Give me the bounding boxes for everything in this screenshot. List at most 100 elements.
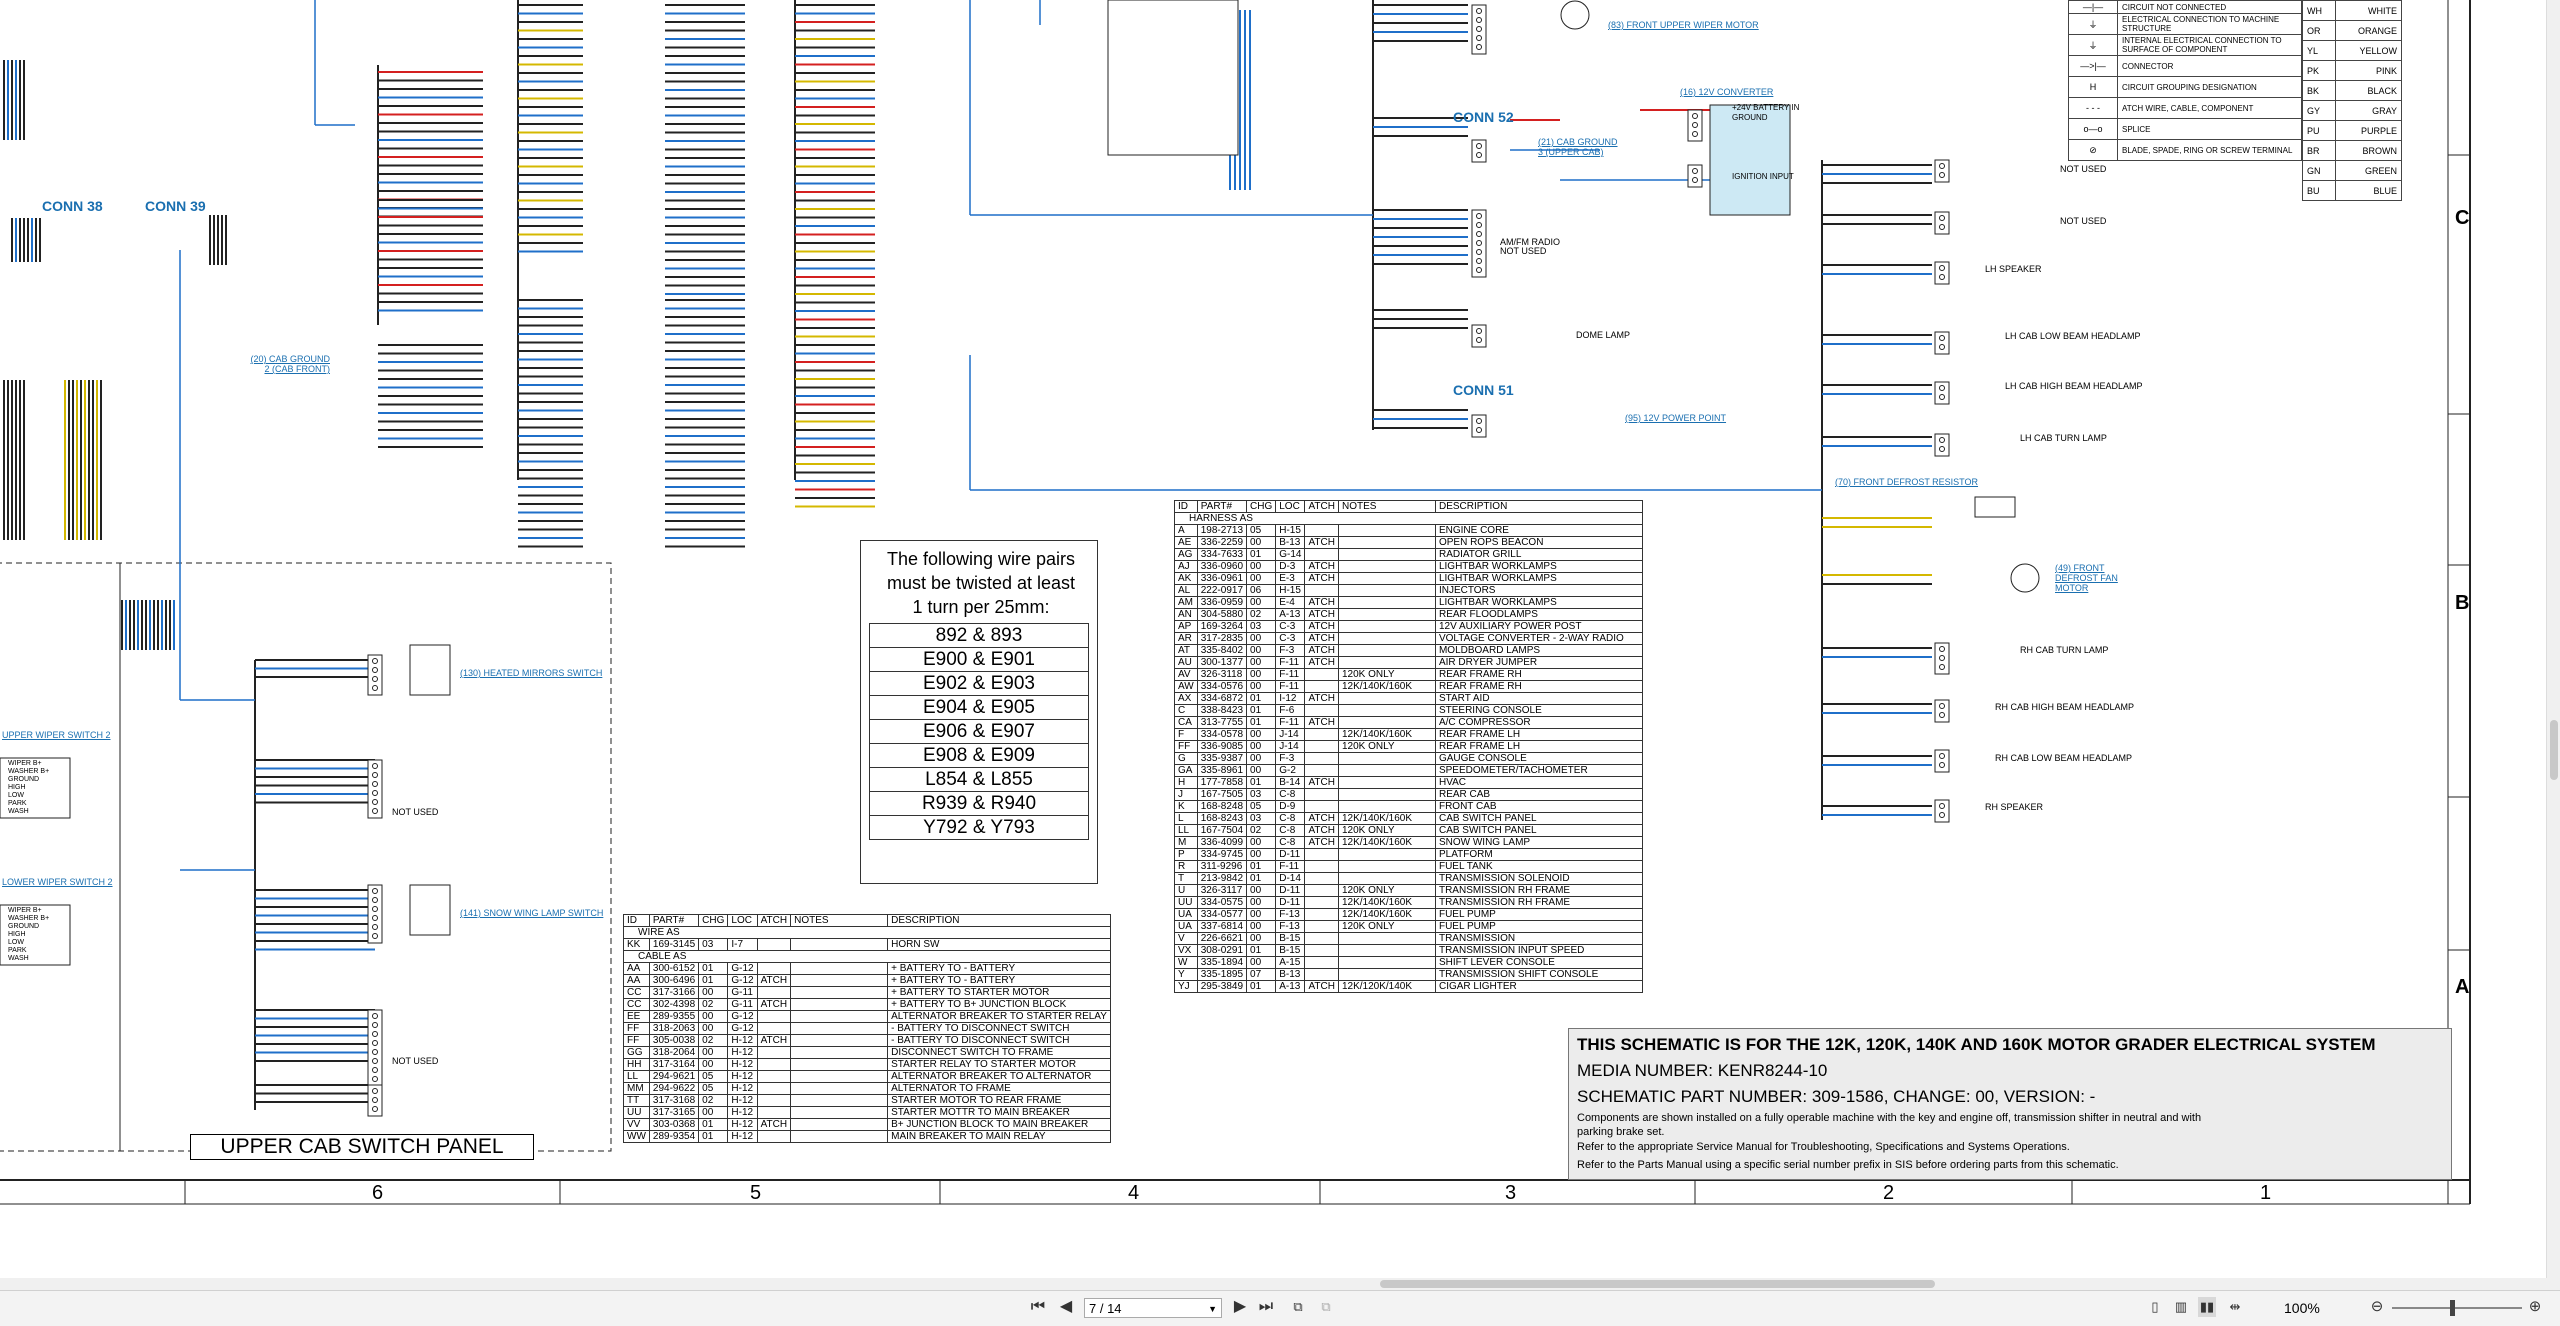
copy-icon[interactable]: ⧉ (1288, 1297, 1308, 1317)
last-page-icon[interactable]: ⏭ (1258, 1297, 1274, 1317)
cab-ground-2-link[interactable]: (20) CAB GROUND 2 (CAB FRONT) (248, 354, 330, 374)
table-cell: 05 (1246, 524, 1277, 537)
table-cell (790, 1022, 889, 1035)
table-cell: 01 (1246, 944, 1277, 957)
continuous-view-icon[interactable]: ▥ (2172, 1297, 2190, 1317)
front-defrost-fan-link[interactable]: (49) FRONT DEFROST FAN MOTOR (2055, 563, 2145, 593)
first-page-icon[interactable]: ⏮ (1030, 1297, 1046, 1317)
page-number-field[interactable]: 7 / 14 ▼ (1084, 1298, 1222, 1318)
table-header-cell: CHG (1246, 500, 1277, 513)
zoom-in-icon[interactable]: ⊕ (2526, 1297, 2544, 1317)
table-cell: 12K/140K/160K (1337, 896, 1436, 909)
color-code: PU (2302, 120, 2336, 141)
table-cell: 317-3168 (648, 1094, 700, 1107)
table-cell: 313-7755 (1196, 716, 1248, 729)
rh-speaker-label: RH SPEAKER (1985, 802, 2044, 812)
upper-wiper-switch-link[interactable]: UPPER WIPER SWITCH 2 (2, 730, 111, 740)
table-cell: G-11 (727, 986, 758, 999)
table-cell: 336-9085 (1196, 740, 1248, 753)
table-cell: 167-7504 (1196, 824, 1248, 837)
table-cell: 334-9745 (1196, 848, 1248, 861)
table-row: AA 300-6496 01 G-12 ATCH + BATTERY TO - BATTE… (623, 974, 1111, 987)
table-cell: AT (1174, 644, 1198, 657)
ground-label: GROUND (1732, 113, 1768, 122)
legend-symbol-icon: —|— (2068, 0, 2118, 14)
table-cell (1337, 584, 1436, 597)
table-cell: 311-9296 (1196, 860, 1248, 873)
table-header-cell: ATCH (756, 914, 792, 927)
table-cell: 01 (698, 1130, 729, 1143)
legend-symbol-text: INTERNAL ELECTRICAL CONNECTION TO SURFAC… (2117, 34, 2302, 56)
table-row: AP 169-3264 03 C-3 ATCH 12V AUXILIARY POWER P… (1174, 620, 1643, 633)
table-cell (1337, 608, 1436, 621)
table-cell (1304, 800, 1339, 813)
table-cell: ATCH (1304, 812, 1339, 825)
table-cell (790, 1118, 889, 1131)
chevron-down-icon[interactable]: ▼ (1208, 1299, 1217, 1319)
single-page-view-icon[interactable]: ▯ (2146, 1297, 2164, 1317)
heated-mirrors-link[interactable]: (130) HEATED MIRRORS SWITCH (460, 668, 602, 678)
table-cell: 334-6872 (1196, 692, 1248, 705)
table-cell: 01 (1246, 860, 1277, 873)
table-cell: I-7 (727, 938, 758, 951)
table-row: AU 300-1377 00 F-11 ATCH AIR DRYER JUMPER (1174, 656, 1643, 669)
front-upper-wiper-link[interactable]: (83) FRONT UPPER WIPER MOTOR (1608, 20, 1759, 30)
rh-high-beam-label: RH CAB HIGH BEAM HEADLAMP (1995, 702, 2135, 712)
table-section-label: WIRE AS (623, 926, 1111, 939)
zoom-out-icon[interactable]: ⊖ (2368, 1297, 2386, 1317)
power-point-link[interactable]: (95) 12V POWER POINT (1625, 413, 1726, 423)
table-cell (1304, 584, 1339, 597)
title-block: THIS SCHEMATIC IS FOR THE 12K, 120K, 140… (1568, 1028, 2452, 1180)
vertical-scrollbar[interactable] (2546, 0, 2560, 1278)
table-cell: 12K/140K/160K (1337, 680, 1436, 693)
zoom-level[interactable]: 100% (2284, 1300, 2320, 1316)
table-cell: FRONT CAB (1434, 800, 1643, 813)
table-cell (1304, 968, 1339, 981)
snow-wing-link[interactable]: (141) SNOW WING LAMP SWITCH (460, 908, 603, 918)
table-cell: ATCH (1304, 560, 1339, 573)
table-cell: 00 (1246, 908, 1277, 921)
fit-width-icon[interactable]: ⇹ (2226, 1297, 2244, 1317)
zoom-slider-handle[interactable] (2450, 1300, 2455, 1316)
table-cell: CAB SWITCH PANEL (1434, 824, 1643, 837)
table-cell: 12K/120K/140K (1337, 980, 1436, 993)
table-cell: G-2 (1275, 764, 1306, 777)
table-cell: AE (1174, 536, 1198, 549)
zone-column-label: 5 (750, 1182, 762, 1204)
legend-symbol-icon: ⏚ (2068, 13, 2118, 35)
table-row: AT 335-8402 00 F-3 ATCH MOLDBOARD LAMPS (1174, 644, 1643, 657)
horizontal-scroll-thumb[interactable] (1380, 1280, 1935, 1288)
table-cell: FUEL TANK (1434, 860, 1643, 873)
converter-link[interactable]: (16) 12V CONVERTER (1680, 87, 1773, 97)
table-cell: 01 (1246, 692, 1277, 705)
table-row: FF 318-2063 00 G-12 - BATTERY TO DISCONNECT … (623, 1022, 1111, 1035)
horizontal-scrollbar[interactable] (0, 1278, 2560, 1290)
zoom-slider-track[interactable] (2392, 1307, 2522, 1309)
twisted-pair-item: L854 & L855 (869, 767, 1089, 791)
table-cell: AR (1174, 632, 1198, 645)
table-cell: F-13 (1275, 908, 1306, 921)
wiper-switch-pin: GROUND (8, 776, 40, 783)
table-cell (1337, 752, 1436, 765)
table-row: UU 317-3165 00 H-12 STARTER MOTTR TO MAIN BR… (623, 1106, 1111, 1119)
next-page-icon[interactable]: ▶ (1232, 1297, 1248, 1317)
two-page-view-icon[interactable]: ▮▮ (2198, 1297, 2216, 1317)
table-cell: 01 (1246, 776, 1277, 789)
wiper-switch-pin: WASHER B+ (8, 915, 50, 922)
table-cell: ATCH (1304, 608, 1339, 621)
paste-icon[interactable]: ⧉ (1316, 1297, 1336, 1317)
lower-wiper-switch-link[interactable]: LOWER WIPER SWITCH 2 (2, 877, 113, 887)
table-cell: AV (1174, 668, 1198, 681)
table-section-label: HARNESS AS (1174, 512, 1643, 525)
table-cell (790, 962, 889, 975)
table-cell: R (1174, 860, 1198, 873)
table-cell: 120K ONLY (1337, 668, 1436, 681)
prev-page-icon[interactable]: ◀ (1058, 1297, 1074, 1317)
table-cell: 318-2063 (648, 1022, 700, 1035)
table-cell: 12K/140K/160K (1337, 836, 1436, 849)
page-number-text: 7 / 14 (1089, 1301, 1122, 1316)
vertical-scroll-thumb[interactable] (2550, 720, 2558, 780)
front-defrost-resistor-link[interactable]: (70) FRONT DEFROST RESISTOR (1835, 477, 1978, 487)
table-cell: 00 (698, 1010, 729, 1023)
cab-ground-3-link[interactable]: (21) CAB GROUND 3 (UPPER CAB) (1538, 137, 1624, 157)
